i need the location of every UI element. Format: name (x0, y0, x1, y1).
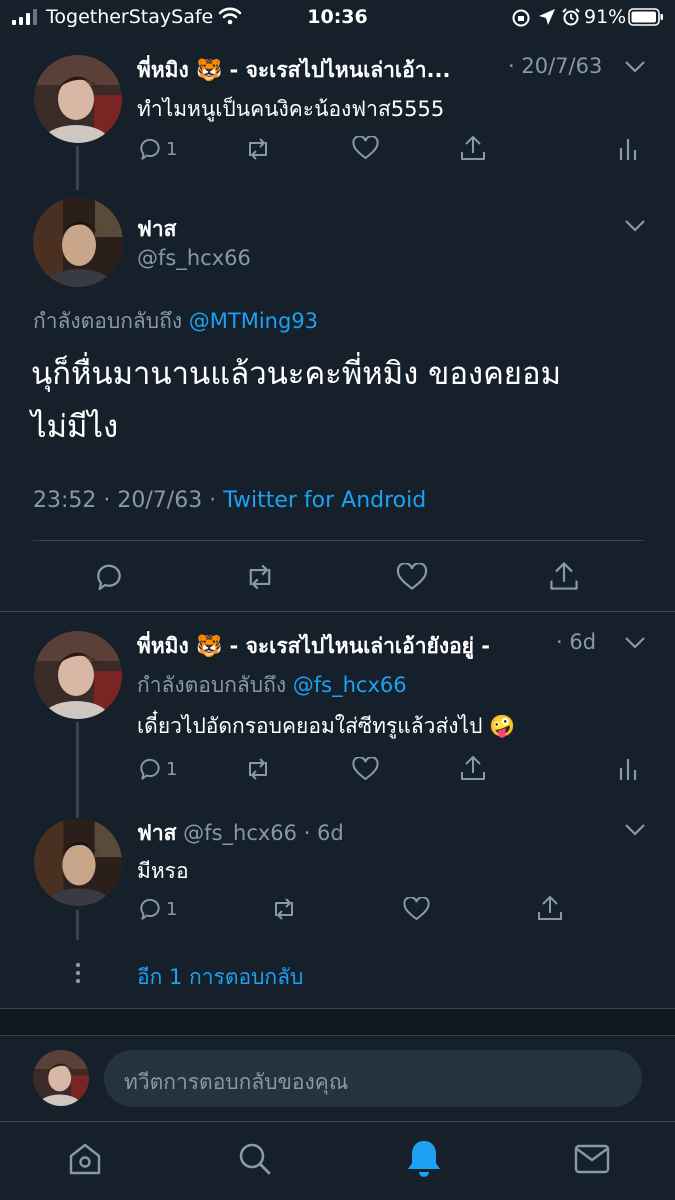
home-icon[interactable] (66, 1140, 104, 1178)
reply-button[interactable]: 1 (137, 896, 177, 922)
messages-icon[interactable] (574, 1144, 610, 1174)
chevron-down-icon[interactable] (624, 219, 646, 233)
like-icon[interactable] (403, 897, 430, 922)
tweet-timestamp: 23:52 · 20/7/63 · (33, 488, 217, 513)
author-name[interactable]: พี่หมิง 🐯 - จะเรสไปไหนเล่าเอ้ายังอยู่ - (137, 630, 490, 663)
battery-percent: 91% (584, 6, 627, 28)
author-name[interactable]: ฟาส (137, 821, 176, 845)
location-icon (538, 8, 556, 26)
search-icon[interactable] (236, 1140, 274, 1178)
share-icon[interactable] (549, 560, 579, 592)
reply-icon (137, 756, 163, 782)
reply-button[interactable]: 1 (137, 136, 177, 162)
reply-count: 1 (166, 758, 178, 780)
thread-line (76, 910, 79, 940)
more-dots-icon (74, 962, 82, 984)
divider (0, 611, 675, 612)
chevron-down-icon[interactable] (624, 636, 646, 650)
tweet-text-line: ไม่มีไง (31, 409, 119, 445)
tweet-text: มีหรอ (137, 859, 189, 883)
notifications-icon[interactable] (405, 1138, 443, 1178)
reply-compose-input[interactable]: ทวีตการตอบกลับของคุณ (104, 1050, 642, 1107)
thread-line (76, 146, 79, 190)
retweet-icon[interactable] (244, 136, 272, 162)
tweet-date[interactable]: · 6d (304, 821, 344, 845)
replying-to-handle[interactable]: @MTMing93 (189, 309, 318, 333)
show-more-replies-link[interactable]: อีก 1 การตอบกลับ (137, 961, 303, 994)
thread-line (76, 722, 79, 818)
avatar[interactable] (34, 631, 122, 719)
reply-compose-placeholder: ทวีตการตอบกลับของคุณ (124, 1070, 349, 1094)
author-name[interactable]: พี่หมิง 🐯 - จะเรสไปไหนเล่าเอ้า... (137, 54, 450, 87)
author-handle[interactable]: @fs_hcx66 (183, 821, 297, 845)
tweet-text: ทำไมหนูเป็นคนงิคะน้องฟาส5555 (137, 97, 445, 121)
divider (33, 540, 643, 541)
replying-to: กำลังตอบกลับถึง @MTMing93 (33, 305, 318, 338)
author-handle[interactable]: @fs_hcx66 (137, 246, 251, 270)
replying-to-label: กำลังตอบกลับถึง (33, 309, 183, 333)
replying-to-label: กำลังตอบกลับถึง (137, 673, 287, 697)
analytics-icon[interactable] (618, 756, 638, 782)
tweet-text-line: นุก็หื่นมานานแล้วนะคะพี่หมิง ของคยอม (31, 356, 562, 392)
alarm-icon (561, 7, 581, 27)
retweet-icon[interactable] (243, 562, 277, 592)
replying-to-handle[interactable]: @fs_hcx66 (293, 673, 407, 697)
author-name[interactable]: ฟาส (137, 213, 176, 246)
retweet-icon[interactable] (270, 896, 298, 922)
replying-to: กำลังตอบกลับถึง @fs_hcx66 (137, 669, 407, 702)
chevron-down-icon[interactable] (624, 823, 646, 837)
tweet-source[interactable]: Twitter for Android (223, 488, 426, 513)
share-icon[interactable] (537, 894, 563, 922)
like-icon[interactable] (352, 136, 379, 161)
share-icon[interactable] (460, 134, 486, 162)
reply-count: 1 (166, 898, 178, 920)
reply-icon (137, 896, 163, 922)
retweet-icon[interactable] (244, 756, 272, 782)
reply-icon[interactable] (93, 561, 125, 593)
orientation-lock-icon (511, 8, 531, 28)
battery-icon (628, 8, 664, 26)
reply-header: ฟาส @fs_hcx66 · 6d (137, 817, 344, 850)
reply-icon (137, 136, 163, 162)
status-bar: TogetherStaySafe 10:36 91% (0, 0, 675, 34)
section-separator (0, 1008, 675, 1036)
tab-bar (0, 1122, 675, 1200)
tweet-meta: 23:52 · 20/7/63 · Twitter for Android (33, 488, 426, 513)
tweet-text: นุก็หื่นมานานแล้วนะคะพี่หมิง ของคยอม ไม่… (31, 348, 561, 454)
chevron-down-icon[interactable] (624, 60, 646, 74)
tweet-date[interactable]: · 20/7/63 (508, 54, 602, 78)
avatar[interactable] (34, 55, 122, 143)
reply-count: 1 (166, 138, 178, 160)
tweet-date[interactable]: · 6d (556, 630, 596, 654)
share-icon[interactable] (460, 754, 486, 782)
tweet-text: เดี๋ยวไปอัดกรอบคยอมใส่ซีทรูแล้วส่งไป 🤪 (137, 714, 516, 738)
my-avatar[interactable] (33, 1050, 89, 1106)
reply-button[interactable]: 1 (137, 756, 177, 782)
like-icon[interactable] (396, 563, 428, 592)
like-icon[interactable] (352, 757, 379, 782)
analytics-icon[interactable] (618, 136, 638, 162)
avatar[interactable] (34, 818, 122, 906)
avatar[interactable] (33, 197, 123, 287)
